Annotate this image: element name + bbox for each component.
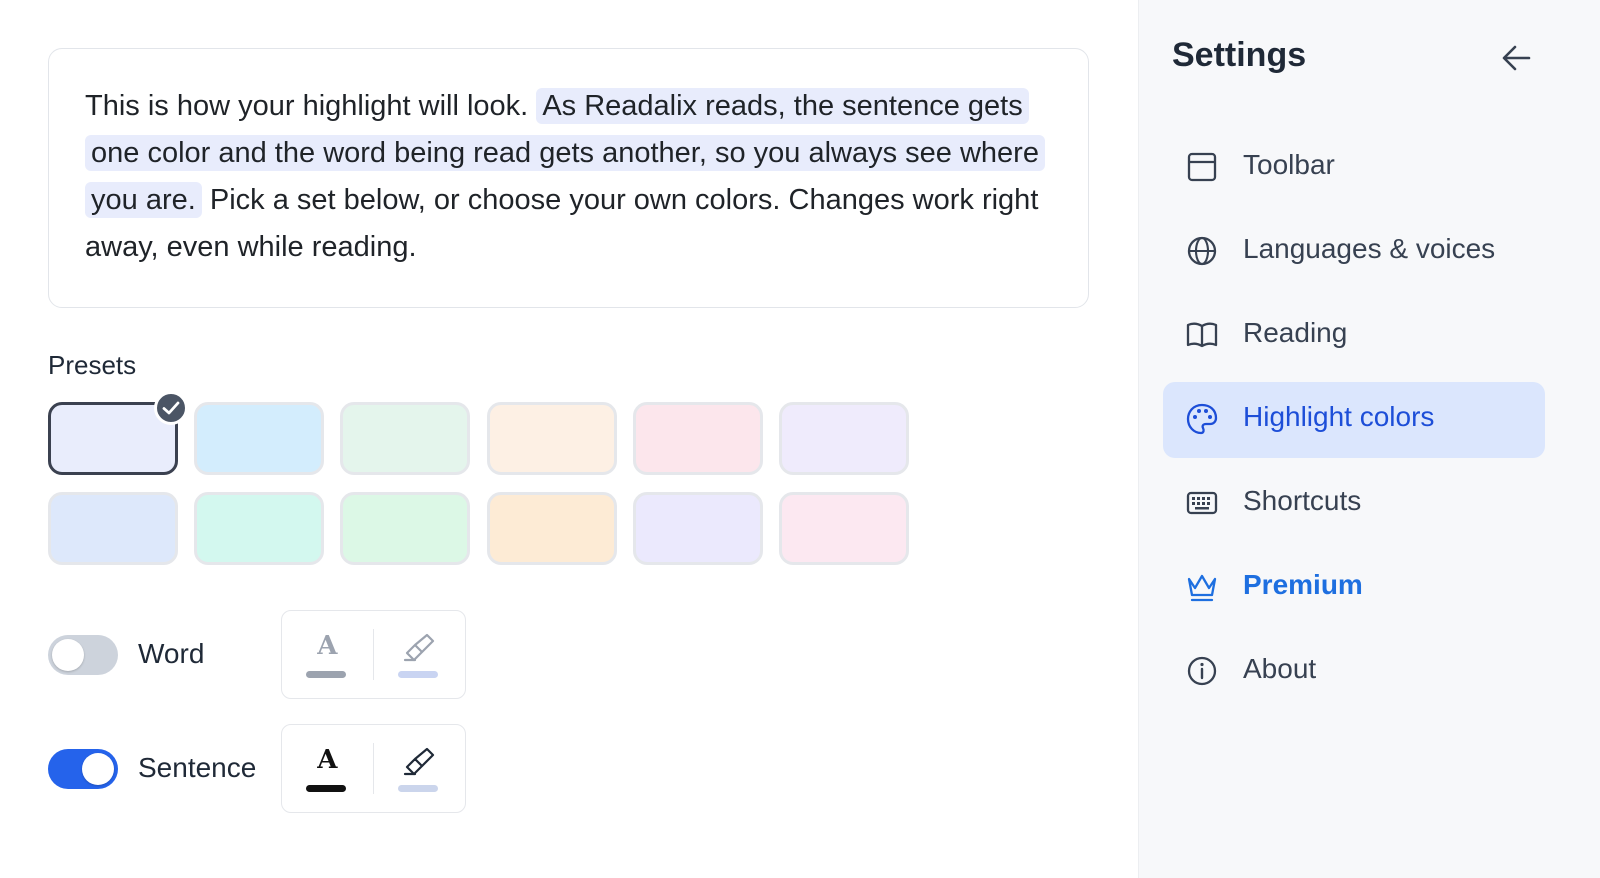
sidebar-item-label: Premium bbox=[1243, 569, 1363, 600]
preset-swatch-10[interactable] bbox=[487, 492, 617, 565]
highlight-preview: This is how your highlight will look. As… bbox=[48, 48, 1089, 308]
check-icon bbox=[154, 391, 188, 425]
keyboard-icon bbox=[1186, 491, 1218, 515]
palette-icon bbox=[1186, 403, 1218, 435]
preset-swatch-11[interactable] bbox=[633, 492, 763, 565]
sidebar-item-label: Reading bbox=[1243, 317, 1348, 348]
presets-label: Presets bbox=[48, 350, 137, 380]
word-text-color-button[interactable]: A bbox=[282, 611, 373, 698]
sidebar-item-premium[interactable]: Premium bbox=[1163, 550, 1545, 626]
text-color-icon: A bbox=[317, 631, 338, 661]
word-highlight-color-button[interactable] bbox=[374, 611, 465, 698]
globe-icon bbox=[1187, 236, 1217, 266]
preset-swatch-9[interactable] bbox=[340, 492, 470, 565]
info-icon bbox=[1187, 656, 1217, 686]
word-row: Word A bbox=[48, 610, 508, 700]
word-highlight-color-bar bbox=[398, 671, 439, 678]
sidebar-item-reading[interactable]: Reading bbox=[1163, 298, 1545, 374]
word-toggle[interactable] bbox=[48, 635, 118, 675]
preview-highlighted-word: word bbox=[323, 137, 387, 169]
book-icon bbox=[1186, 322, 1218, 348]
highlighter-icon bbox=[404, 633, 435, 662]
back-button[interactable] bbox=[1497, 40, 1537, 76]
toolbar-icon bbox=[1187, 152, 1217, 182]
word-color-box: A bbox=[281, 610, 466, 699]
preset-swatch-4[interactable] bbox=[487, 402, 617, 475]
presets-grid bbox=[48, 391, 918, 568]
sentence-text-color-bar bbox=[306, 785, 346, 792]
main-panel: This is how your highlight will look. As… bbox=[0, 0, 1138, 878]
sidebar-item-label: Toolbar bbox=[1243, 149, 1335, 180]
sidebar-item-languages-voices[interactable]: Languages & voices bbox=[1163, 214, 1545, 290]
sentence-color-box: A bbox=[281, 724, 466, 813]
sentence-label: Sentence bbox=[138, 752, 257, 783]
sentence-toggle[interactable] bbox=[48, 749, 118, 789]
preset-swatch-2[interactable] bbox=[194, 402, 324, 475]
sidebar-item-about[interactable]: About bbox=[1163, 634, 1545, 710]
toggle-knob bbox=[52, 639, 84, 671]
preview-intro: This is how your highlight will look. bbox=[85, 90, 529, 122]
word-text-color-bar bbox=[306, 671, 346, 678]
settings-sidebar: Settings Toolbar Languages & voices Read… bbox=[1138, 0, 1600, 878]
preview-outro: Pick a set below, or choose your own col… bbox=[85, 184, 1039, 263]
preset-swatch-8[interactable] bbox=[194, 492, 324, 565]
word-label: Word bbox=[138, 638, 205, 669]
arrow-left-icon bbox=[1502, 45, 1531, 71]
crown-icon bbox=[1187, 574, 1217, 602]
toggle-knob bbox=[82, 753, 114, 785]
sidebar-item-label: Shortcuts bbox=[1243, 485, 1362, 516]
sidebar-item-shortcuts[interactable]: Shortcuts bbox=[1163, 466, 1545, 542]
text-color-icon: A bbox=[317, 745, 338, 775]
sidebar-title: Settings bbox=[1172, 36, 1307, 74]
preset-swatch-12[interactable] bbox=[779, 492, 909, 565]
sidebar-item-label: About bbox=[1243, 653, 1317, 684]
preset-swatch-1[interactable] bbox=[48, 391, 188, 475]
preset-swatch-7[interactable] bbox=[48, 492, 178, 565]
sidebar-item-label: Languages & voices bbox=[1243, 233, 1496, 264]
preset-swatch-6[interactable] bbox=[779, 402, 909, 475]
sidebar-item-highlight-colors[interactable]: Highlight colors bbox=[1163, 382, 1545, 458]
sidebar-item-label: Highlight colors bbox=[1243, 401, 1435, 432]
highlighter-icon bbox=[404, 747, 435, 776]
preset-swatch-5[interactable] bbox=[633, 402, 763, 475]
sentence-row: Sentence A bbox=[48, 724, 508, 814]
sentence-highlight-color-bar bbox=[398, 785, 439, 792]
preset-swatch-3[interactable] bbox=[340, 402, 470, 475]
sidebar-item-toolbar[interactable]: Toolbar bbox=[1163, 130, 1545, 206]
sentence-text-color-button[interactable]: A bbox=[282, 725, 373, 812]
sentence-highlight-color-button[interactable] bbox=[374, 725, 465, 812]
